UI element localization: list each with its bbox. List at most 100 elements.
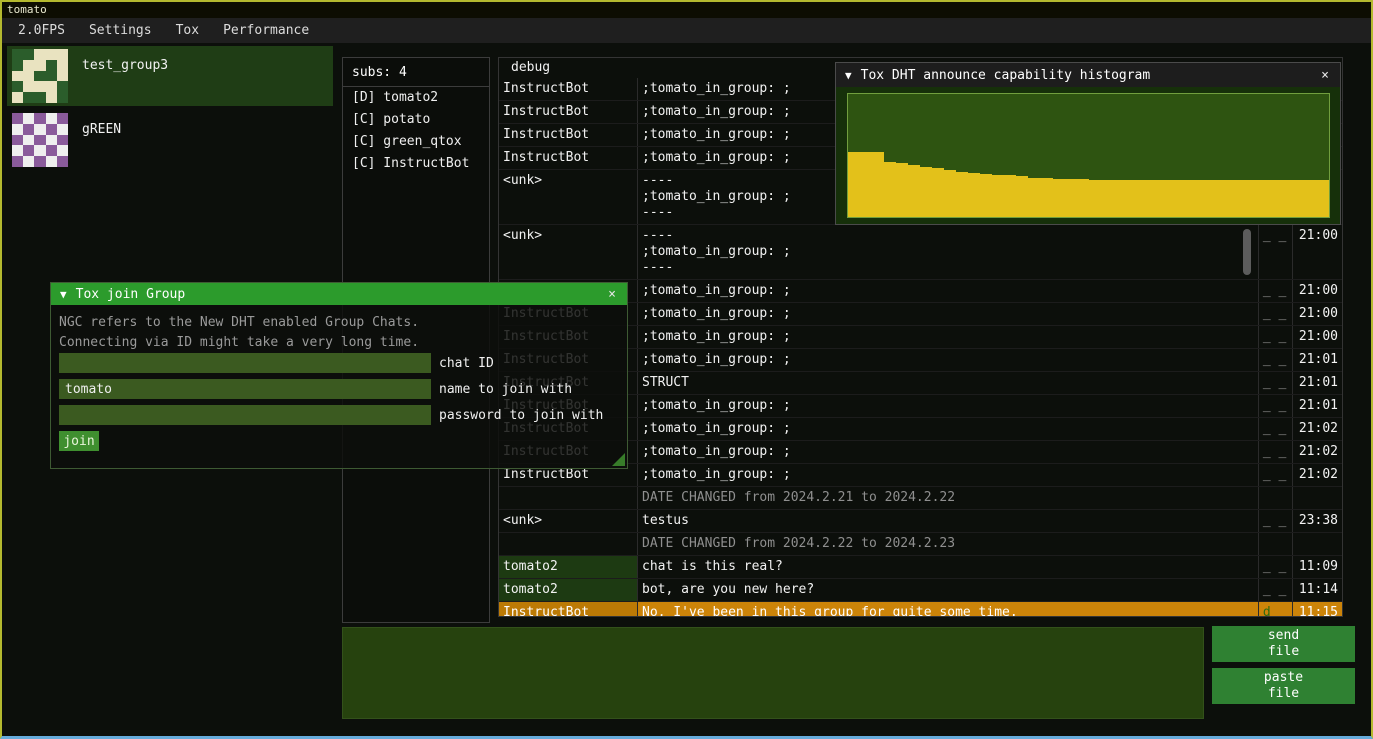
- chat-message-text: ;tomato_in_group: ;: [638, 395, 1258, 417]
- histogram-window-titlebar[interactable]: ▼ Tox DHT announce capability histogram …: [836, 63, 1340, 87]
- chat-sender: InstructBot: [499, 78, 638, 100]
- join-name-input[interactable]: [59, 379, 431, 399]
- chat-scrollbar[interactable]: [1243, 229, 1251, 275]
- join-info-text: Connecting via ID might take a very long…: [59, 333, 619, 353]
- chat-sender: <unk>: [499, 225, 638, 279]
- chat-sender: InstructBot: [499, 101, 638, 123]
- chat-timestamp: 21:01: [1292, 372, 1342, 394]
- histogram-bar: [932, 168, 944, 217]
- member-item[interactable]: [C] potato: [343, 109, 489, 131]
- chat-flags: _ _: [1258, 579, 1292, 601]
- chat-flags: _ _: [1258, 464, 1292, 486]
- histogram-bar: [884, 162, 896, 217]
- join-password-label: password to join with: [439, 408, 603, 423]
- histogram-bar: [1293, 180, 1305, 217]
- join-window-body: NGC refers to the New DHT enabled Group …: [51, 305, 627, 459]
- chat-timestamp: 11:15: [1292, 602, 1342, 616]
- chat-flags: _ _: [1258, 510, 1292, 532]
- chat-message-row[interactable]: tomato2chat is this real?_ _11:09: [499, 556, 1342, 579]
- chat-sender: tomato2: [499, 579, 638, 601]
- collapse-icon[interactable]: ▼: [845, 69, 852, 82]
- histogram-bar: [896, 163, 908, 217]
- chat-message-text: testus: [638, 510, 1258, 532]
- close-icon[interactable]: ×: [606, 287, 618, 302]
- members-header: subs: 4: [343, 58, 489, 87]
- group-item[interactable]: test_group3: [7, 46, 333, 106]
- chat-system-row[interactable]: DATE CHANGED from 2024.2.22 to 2024.2.23: [499, 533, 1342, 556]
- chat-sender: InstructBot: [499, 147, 638, 169]
- chat-flags: d: [1258, 602, 1292, 616]
- chat-message-row[interactable]: tomato2bot, are you new here?_ _11:14: [499, 579, 1342, 602]
- chat-message-row[interactable]: InstructBotNo, I've been in this group f…: [499, 602, 1342, 616]
- chat-flags: _ _: [1258, 225, 1292, 279]
- chat-message-row[interactable]: <unk>testus_ _23:38: [499, 510, 1342, 533]
- resize-grip-icon[interactable]: [612, 453, 625, 466]
- chat-sender: <unk>: [499, 510, 638, 532]
- histogram-bar: [1161, 180, 1173, 217]
- chat-timestamp: 23:38: [1292, 510, 1342, 532]
- chat-message-row[interactable]: <unk>---- ;tomato_in_group: ; ----_ _21:…: [499, 225, 1342, 280]
- chat-timestamp: 21:00: [1292, 225, 1342, 279]
- histogram-bar: [1185, 180, 1197, 217]
- send-file-button[interactable]: send file: [1212, 626, 1355, 662]
- chat-timestamp: [1292, 487, 1342, 509]
- histogram-bar: [1065, 179, 1077, 217]
- collapse-icon[interactable]: ▼: [60, 288, 67, 301]
- message-input[interactable]: [342, 627, 1204, 719]
- histogram-bar: [1245, 180, 1257, 217]
- histogram-bar: [1305, 180, 1317, 217]
- chat-id-input[interactable]: [59, 353, 431, 373]
- chat-system-row[interactable]: DATE CHANGED from 2024.2.21 to 2024.2.22: [499, 487, 1342, 510]
- chat-flags: _ _: [1258, 349, 1292, 371]
- histogram-bar: [1125, 180, 1137, 217]
- histogram-bar: [1233, 180, 1245, 217]
- histogram-window: ▼ Tox DHT announce capability histogram …: [835, 62, 1341, 225]
- chat-timestamp: 11:09: [1292, 556, 1342, 578]
- chat-flags: [1258, 487, 1292, 509]
- chat-message-text: ;tomato_in_group: ;: [638, 441, 1258, 463]
- histogram-bar: [1016, 176, 1028, 217]
- histogram-bar: [860, 152, 872, 217]
- histogram-bar: [1113, 180, 1125, 217]
- histogram-bar: [1149, 180, 1161, 217]
- chat-sender: [499, 533, 638, 555]
- join-password-input[interactable]: [59, 405, 431, 425]
- join-window-titlebar[interactable]: ▼ Tox join Group ×: [51, 283, 627, 305]
- menu-item-performance[interactable]: Performance: [211, 18, 321, 43]
- histogram-bar: [848, 152, 860, 217]
- histogram-bar: [1257, 180, 1269, 217]
- chat-sender: tomato2: [499, 556, 638, 578]
- chat-message-text: No, I've been in this group for quite so…: [638, 602, 1258, 616]
- join-group-window: ▼ Tox join Group × NGC refers to the New…: [50, 282, 628, 469]
- menu-item-tox[interactable]: Tox: [164, 18, 211, 43]
- menu-item-settings[interactable]: Settings: [77, 18, 164, 43]
- join-button[interactable]: join: [59, 431, 99, 451]
- chat-timestamp: 21:00: [1292, 303, 1342, 325]
- member-item[interactable]: [C] InstructBot: [343, 153, 489, 175]
- member-item[interactable]: [C] green_qtox: [343, 131, 489, 153]
- window-titlebar: tomato: [2, 2, 1371, 18]
- window-title: tomato: [7, 3, 47, 16]
- group-item[interactable]: gREEN: [7, 110, 333, 170]
- chat-message-text: ---- ;tomato_in_group: ; ----: [638, 225, 1258, 279]
- chat-message-text: ;tomato_in_group: ;: [638, 326, 1258, 348]
- histogram-bar: [1053, 179, 1065, 217]
- chat-message-text: ;tomato_in_group: ;: [638, 464, 1258, 486]
- histogram-bar: [920, 167, 932, 217]
- chat-sender: InstructBot: [499, 602, 638, 616]
- fps-counter: 2.0FPS: [6, 18, 77, 43]
- close-icon[interactable]: ×: [1319, 68, 1331, 83]
- histogram-bar: [1173, 180, 1185, 217]
- histogram-bar: [1209, 180, 1221, 217]
- histogram-bar: [1281, 180, 1293, 217]
- group-avatar: [12, 49, 68, 103]
- join-name-label: name to join with: [439, 382, 572, 397]
- histogram-bar: [992, 175, 1004, 217]
- chat-flags: _ _: [1258, 280, 1292, 302]
- chat-timestamp: 21:02: [1292, 441, 1342, 463]
- histogram-bar: [968, 173, 980, 217]
- paste-file-button[interactable]: paste file: [1212, 668, 1355, 704]
- histogram-bar: [1269, 180, 1281, 217]
- histogram-bar: [980, 174, 992, 217]
- member-item[interactable]: [D] tomato2: [343, 87, 489, 109]
